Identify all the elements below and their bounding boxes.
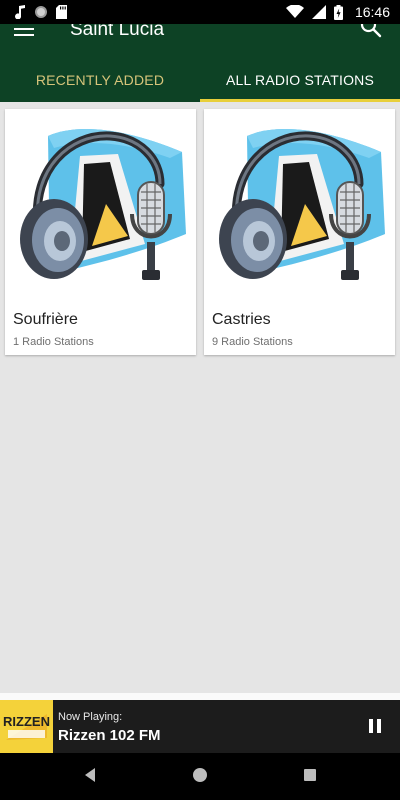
tab-recently-added[interactable]: RECENTLY ADDED <box>0 58 200 102</box>
svg-text:RIZZEN: RIZZEN <box>3 714 50 729</box>
now-playing-divider <box>0 693 400 700</box>
home-button[interactable] <box>190 767 210 787</box>
station-logo: RIZZEN <box>0 700 53 753</box>
record-icon <box>34 5 48 19</box>
region-card-soufriere[interactable]: Soufrière 1 Radio Stations <box>5 109 196 355</box>
battery-icon <box>333 4 343 20</box>
status-bar: 16:46 <box>0 0 400 24</box>
now-playing-station: Rizzen 102 FM <box>58 727 161 744</box>
app-screen: 16:46 Saint Lucia RECENTLY ADDED ALL RAD… <box>0 0 400 800</box>
pause-icon <box>366 719 384 739</box>
music-note-icon <box>14 5 26 19</box>
card-subtitle: 9 Radio Stations <box>212 336 293 348</box>
status-time: 16:46 <box>354 4 390 20</box>
card-title: Soufrière <box>13 311 78 328</box>
card-subtitle: 1 Radio Stations <box>13 336 94 348</box>
card-title: Castries <box>212 311 271 328</box>
search-icon <box>360 16 382 42</box>
headphones-microphone-flag-icon <box>209 114 390 297</box>
recents-icon <box>303 768 317 787</box>
headphones-microphone-flag-icon <box>10 114 191 297</box>
now-playing-bar[interactable]: RIZZEN Now Playing: Rizzen 102 FM <box>0 700 400 753</box>
sd-card-icon <box>56 5 67 19</box>
now-playing-label: Now Playing: <box>58 711 123 723</box>
back-button[interactable] <box>80 767 100 787</box>
signal-icon <box>311 5 326 19</box>
recents-button[interactable] <box>300 767 320 787</box>
region-grid: Soufrière 1 Radio Stations Castries 9 Ra… <box>0 102 400 362</box>
back-icon <box>83 767 97 788</box>
wifi-icon <box>285 5 304 19</box>
tab-all-radio-stations[interactable]: ALL RADIO STATIONS <box>200 58 400 102</box>
pause-button[interactable] <box>366 717 384 735</box>
tab-bar: RECENTLY ADDED ALL RADIO STATIONS <box>0 58 400 102</box>
region-card-castries[interactable]: Castries 9 Radio Stations <box>204 109 395 355</box>
system-nav-bar <box>0 753 400 800</box>
home-icon <box>192 767 208 788</box>
